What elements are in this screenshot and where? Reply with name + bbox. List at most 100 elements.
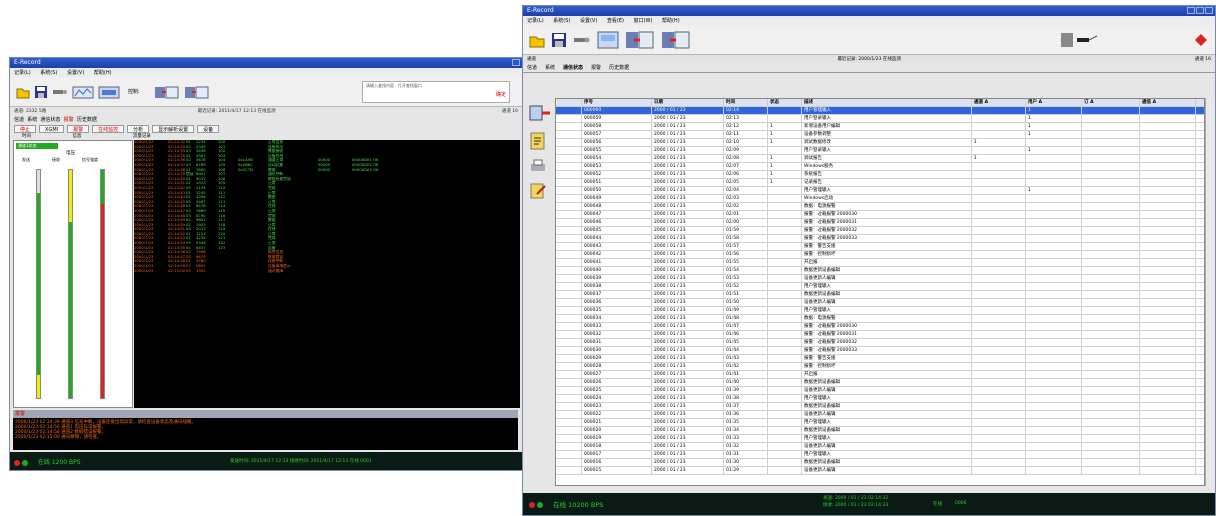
table-row[interactable]: 000039 2000 / 01 / 23 01:53 设备更新人编辑 [556,275,1204,283]
device-button[interactable]: 设备 [197,125,220,133]
table-row[interactable]: 000041 2000 / 01 / 23 01:55 开启报 [556,259,1204,267]
device-chart-icon[interactable] [72,84,94,100]
table-row[interactable]: 000042 2000 / 01 / 23 01:56 报警：控制损坏 [556,251,1204,259]
tab-system[interactable]: 系统 [27,117,37,123]
alarm-button[interactable]: 报警 [67,125,90,133]
analyze-button[interactable]: 分析 [127,125,150,133]
exit-icon[interactable] [1193,32,1209,48]
menu-record[interactable]: 记录(L) [527,18,544,24]
tab-comm[interactable]: 通信状态 [563,64,583,71]
column-header[interactable]: 用户 A [1026,99,1082,106]
table-row[interactable]: 000057 2000 / 01 / 23 02:11 1 设备参数调整 1 [556,131,1204,139]
close-button[interactable] [512,59,520,66]
table-row[interactable]: 000018 2000 / 01 / 23 01:32 设备更新人编辑 [556,443,1204,451]
tab-channel[interactable]: 信道 [527,64,537,71]
folder-open-icon[interactable] [529,32,545,48]
table-row[interactable]: 000040 2000 / 01 / 23 01:54 数据更新设备编辑 [556,267,1204,275]
table-row[interactable]: 000035 2000 / 01 / 23 01:49 用户管理输入 [556,307,1204,315]
table-row[interactable]: 000034 2000 / 01 / 23 01:48 数据：电源报警 [556,315,1204,323]
table-row[interactable]: 000023 2000 / 01 / 23 01:37 数据更新设备编辑 [556,403,1204,411]
search-input[interactable]: 请输入查找内容 · 打开查找窗口 [366,83,422,88]
send-data-icon[interactable] [154,84,180,100]
table-row[interactable]: 000026 2000 / 01 / 23 01:40 数据更新设备编辑 [556,379,1204,387]
table-row[interactable]: 000024 2000 / 01 / 23 01:38 用户管理输入 [556,395,1204,403]
stop-button[interactable]: 停止 [14,125,37,133]
tab-history[interactable]: 历史数据 [609,64,629,71]
table-row[interactable]: 000059 2000 / 01 / 23 02:13 用户登录输入 1 [556,115,1204,123]
menu-help[interactable]: 帮助(H) [94,70,112,76]
menu-settings[interactable]: 设置(V) [67,70,84,76]
table-row[interactable]: 000047 2000 / 01 / 23 02:01 报警：过载报警 2000030 [556,211,1204,219]
tab-history[interactable]: 历史数据 [77,117,97,123]
table-row[interactable]: 000020 2000 / 01 / 23 01:34 数据更新设备编辑 [556,427,1204,435]
table-row[interactable]: 000019 2000 / 01 / 23 01:33 用户管理输入 [556,435,1204,443]
table-row[interactable]: 000045 2000 / 01 / 23 01:59 报警：过载报警 2000032 [556,227,1204,235]
tools-icon[interactable] [52,85,68,99]
connect-device-icon[interactable] [1059,31,1099,49]
folder-open-icon[interactable] [16,85,30,99]
export-record-icon[interactable] [529,104,551,124]
table-row[interactable]: 000031 2000 / 01 / 23 01:45 报警：过载报警 2000032 [556,339,1204,347]
minimize-button[interactable] [1187,7,1195,14]
menu-system[interactable]: 系统(S) [40,70,57,76]
column-header[interactable]: 通道 A [972,99,1026,106]
vertical-scrollbar[interactable] [1205,98,1215,486]
display-settings-button[interactable]: 显示解析设置 [152,125,195,133]
table-row[interactable]: 000052 2000 / 01 / 23 02:06 1 系统报告 [556,171,1204,179]
menu-window[interactable]: 窗口(W) [634,18,653,24]
table-row[interactable]: 000029 2000 / 01 / 23 01:43 报警：警告支援 [556,355,1204,363]
tab-comm[interactable]: 通信状态 [40,117,60,123]
table-row[interactable]: 000051 2000 / 01 / 23 02:05 1 记录报告 [556,179,1204,187]
edit-note-icon[interactable] [529,182,547,200]
table-row[interactable]: 000037 2000 / 01 / 23 01:51 数据更新设备编辑 [556,291,1204,299]
device-icon[interactable] [597,30,619,50]
table-row[interactable]: 000038 2000 / 01 / 23 01:52 用户管理输入 [556,283,1204,291]
column-header[interactable]: 状态 [768,99,802,106]
table-row[interactable]: 000022 2000 / 01 / 23 01:36 设备更新人编辑 [556,411,1204,419]
table-row[interactable]: 000028 2000 / 01 / 23 01:42 报警：控制损坏 [556,363,1204,371]
table-row[interactable]: 000043 2000 / 01 / 23 01:57 报警：警告支援 [556,243,1204,251]
tab-alarm[interactable]: 报警 [591,64,601,71]
table-row[interactable]: 000055 2000 / 01 / 23 02:09 用户登录输入 1 [556,147,1204,155]
menu-view[interactable]: 查看(E) [607,18,624,24]
report-icon[interactable] [529,132,547,150]
column-header[interactable] [556,99,582,106]
tab-channel[interactable]: 信道 [14,117,24,123]
column-header[interactable]: 时间 [724,99,768,106]
save-icon[interactable] [34,85,48,99]
table-row[interactable]: 000058 2000 / 01 / 23 02:12 1 新增设备用户编辑 1 [556,123,1204,131]
send-data-icon[interactable] [625,30,655,50]
xgmi-button[interactable]: XGMI [39,125,65,133]
table-row[interactable]: 000048 2000 / 01 / 23 02:02 数据：电源报警 [556,203,1204,211]
menu-record[interactable]: 记录(L) [14,70,31,76]
column-header[interactable]: 描述 [802,99,972,106]
table-row[interactable]: 000060 2000 / 01 / 23 02:14 用户管理输入 1 [556,107,1204,115]
table-row[interactable]: 000016 2000 / 01 / 23 01:30 数据更新设备编辑 [556,459,1204,467]
tools-icon[interactable] [573,32,591,48]
table-row[interactable]: 000036 2000 / 01 / 23 01:50 设备更新人编辑 [556,299,1204,307]
save-icon[interactable] [551,32,567,48]
receive-data-icon[interactable] [184,84,210,100]
table-row[interactable]: 000046 2000 / 01 / 23 02:00 报警：过载报警 2000031 [556,219,1204,227]
menu-system[interactable]: 系统(S) [553,18,570,24]
print-icon[interactable] [529,158,547,174]
table-row[interactable]: 000025 2000 / 01 / 23 01:39 设备更新人编辑 [556,387,1204,395]
receive-data-icon[interactable] [661,30,691,50]
table-row[interactable]: 000056 2000 / 01 / 23 02:10 1 调试数据修改 1 [556,139,1204,147]
column-header[interactable]: 通信 A [1140,99,1196,106]
table-row[interactable]: 000054 2000 / 01 / 23 02:08 1 调试报告 1 [556,155,1204,163]
monitor-button[interactable]: 在线监控 [92,125,125,133]
table-row[interactable]: 000044 2000 / 01 / 23 01:58 报警：过载报警 2000033 [556,235,1204,243]
table-row[interactable]: 000027 2000 / 01 / 23 01:41 开启报 [556,371,1204,379]
table-row[interactable]: 000015 2000 / 01 / 23 01:29 设备更新人编辑 [556,467,1204,475]
column-header[interactable]: 序号 [582,99,652,106]
search-button[interactable]: 确定 [496,91,506,98]
table-row[interactable]: 000050 2000 / 01 / 23 02:04 用户管理输入 1 [556,187,1204,195]
column-header[interactable]: 日期 [652,99,724,106]
menu-settings[interactable]: 设置(V) [580,18,597,24]
table-row[interactable]: 000030 2000 / 01 / 23 01:44 报警：过载报警 2000033 [556,347,1204,355]
tab-alarm[interactable]: 报警 [64,117,74,123]
table-row[interactable]: 000032 2000 / 01 / 23 01:46 报警：过载报警 2000031 [556,331,1204,339]
column-header[interactable]: 订 A [1082,99,1140,106]
menu-help[interactable]: 帮助(H) [662,18,680,24]
